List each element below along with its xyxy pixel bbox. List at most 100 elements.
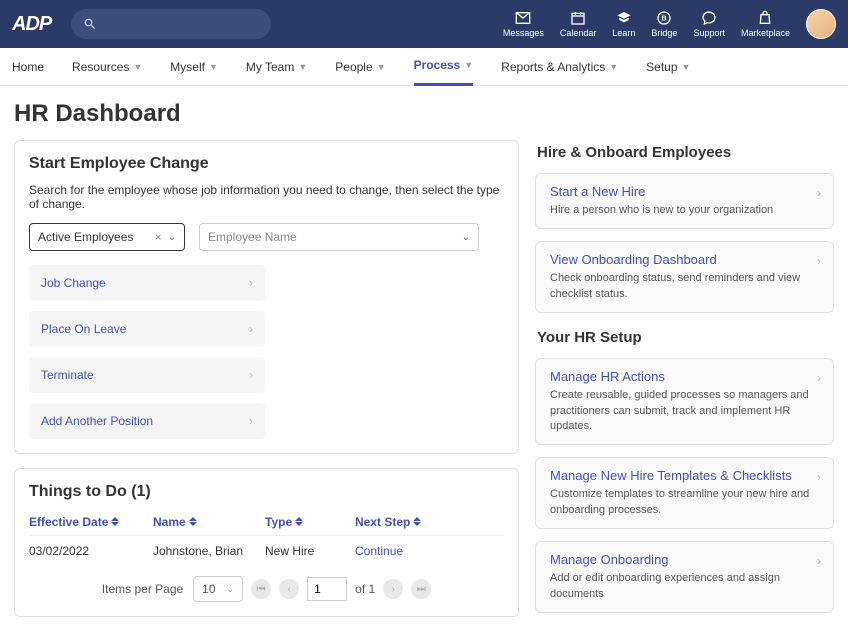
table-row: 03/02/2022 Johnstone, Brian New Hire Con… <box>29 536 504 566</box>
employee-filter-select[interactable]: Active Employees × ⌄ <box>29 223 185 251</box>
setup-section-title: Your HR Setup <box>537 329 834 346</box>
things-to-do-card: Things to Do (1) Effective Date Name Typ… <box>14 468 519 617</box>
chevron-down-icon: ⌄ <box>462 232 470 243</box>
nav-bridge-label: Bridge <box>651 28 677 38</box>
chevron-right-icon: › <box>249 368 253 382</box>
nav-learn[interactable]: Learn <box>612 10 635 38</box>
help-text: Search for the employee whose job inform… <box>29 183 504 211</box>
bag-icon <box>757 10 773 26</box>
nav-setup[interactable]: Setup▼ <box>646 48 690 86</box>
link-desc: Add or edit onboarding experiences and a… <box>550 571 819 602</box>
first-page-button[interactable]: ⏮ <box>251 579 271 599</box>
place-on-leave-button[interactable]: Place On Leave› <box>29 311 265 347</box>
link-desc: Check onboarding status, send reminders … <box>550 271 819 302</box>
table-header: Effective Date Name Type Next Step <box>29 511 504 536</box>
manage-onboarding-card[interactable]: Manage Onboarding Add or edit onboarding… <box>535 541 834 613</box>
col-next-step[interactable]: Next Step <box>355 515 475 529</box>
page-title: HR Dashboard <box>14 100 834 128</box>
manage-hr-actions-card[interactable]: Manage HR Actions Create reusable, guide… <box>535 358 834 445</box>
chevron-down-icon: ⌄ <box>227 584 235 595</box>
col-type[interactable]: Type <box>265 515 355 529</box>
start-new-hire-card[interactable]: Start a New Hire Hire a person who is ne… <box>535 173 834 229</box>
clear-filter-icon[interactable]: × <box>155 230 168 244</box>
page-input[interactable] <box>307 577 347 601</box>
add-position-button[interactable]: Add Another Position› <box>29 403 265 439</box>
next-page-button[interactable]: › <box>383 579 403 599</box>
chevron-down-icon: ▼ <box>682 62 691 72</box>
nav-bridge[interactable]: B Bridge <box>651 10 677 38</box>
nav-calendar[interactable]: Calendar <box>560 10 597 38</box>
employee-name-select[interactable]: Employee Name ⌄ <box>199 223 479 251</box>
avatar[interactable] <box>806 9 836 39</box>
nav-resources[interactable]: Resources▼ <box>72 48 142 86</box>
link-desc: Customize templates to streamline your n… <box>550 487 819 518</box>
items-per-page-select[interactable]: 10⌄ <box>193 576 243 602</box>
bridge-icon: B <box>656 10 672 26</box>
nav-marketplace-label: Marketplace <box>741 28 790 38</box>
top-right: Messages Calendar Learn B Bridge Support… <box>503 9 836 39</box>
chevron-right-icon: › <box>817 186 821 200</box>
hire-section-title: Hire & Onboard Employees <box>537 144 834 161</box>
chevron-right-icon: › <box>817 470 821 484</box>
nav-marketplace[interactable]: Marketplace <box>741 10 790 38</box>
chat-icon <box>701 10 717 26</box>
manage-templates-card[interactable]: Manage New Hire Templates & Checklists C… <box>535 457 834 529</box>
nav-process[interactable]: Process▼ <box>414 48 474 86</box>
items-per-page-label: Items per Page <box>102 582 183 596</box>
nav-messages-label: Messages <box>503 28 544 38</box>
nav-reports[interactable]: Reports & Analytics▼ <box>501 48 618 86</box>
topbar: ADP Messages Calendar Learn B Bridge Sup… <box>0 0 848 48</box>
link-title: Start a New Hire <box>550 184 819 199</box>
grad-icon <box>616 10 632 26</box>
chevron-right-icon: › <box>249 414 253 428</box>
nav-people[interactable]: People▼ <box>335 48 385 86</box>
sort-icon <box>189 517 197 527</box>
card-title: Things to Do (1) <box>29 483 504 501</box>
link-title: Manage Onboarding <box>550 552 819 567</box>
nav-messages[interactable]: Messages <box>503 10 544 38</box>
nav-support[interactable]: Support <box>693 10 725 38</box>
link-title: View Onboarding Dashboard <box>550 252 819 267</box>
nav-myself[interactable]: Myself▼ <box>170 48 218 86</box>
cell-type: New Hire <box>265 544 355 558</box>
link-title: Manage HR Actions <box>550 369 819 384</box>
last-page-button[interactable]: ⏭ <box>411 579 431 599</box>
link-desc: Create reusable, guided processes so man… <box>550 388 819 434</box>
cell-name: Johnstone, Brian <box>153 544 265 558</box>
chevron-down-icon: ▼ <box>609 62 618 72</box>
filter-value: Active Employees <box>38 230 133 244</box>
nav-support-label: Support <box>693 28 725 38</box>
pager: Items per Page 10⌄ ⏮ ‹ of 1 › ⏭ <box>29 576 504 602</box>
navbar: Home Resources▼ Myself▼ My Team▼ People▼… <box>0 48 848 86</box>
search-input[interactable] <box>71 9 271 39</box>
search-icon <box>83 17 97 31</box>
card-title: Start Employee Change <box>29 155 504 173</box>
nav-home[interactable]: Home <box>12 48 44 86</box>
view-onboarding-card[interactable]: View Onboarding Dashboard Check onboardi… <box>535 241 834 313</box>
chevron-right-icon: › <box>817 371 821 385</box>
chevron-down-icon: ▼ <box>133 62 142 72</box>
chevron-right-icon: › <box>249 276 253 290</box>
col-name[interactable]: Name <box>153 515 265 529</box>
nav-calendar-label: Calendar <box>560 28 597 38</box>
col-effective-date[interactable]: Effective Date <box>29 515 153 529</box>
chevron-down-icon: ▼ <box>377 62 386 72</box>
nav-myteam[interactable]: My Team▼ <box>246 48 307 86</box>
of-pages: of 1 <box>355 582 375 596</box>
terminate-button[interactable]: Terminate› <box>29 357 265 393</box>
nav-learn-label: Learn <box>612 28 635 38</box>
chevron-down-icon: ▼ <box>209 62 218 72</box>
svg-text:B: B <box>662 14 667 23</box>
cell-date: 03/02/2022 <box>29 544 153 558</box>
job-change-button[interactable]: Job Change› <box>29 265 265 301</box>
continue-link[interactable]: Continue <box>355 544 403 558</box>
prev-page-button[interactable]: ‹ <box>279 579 299 599</box>
chevron-down-icon: ▼ <box>464 60 473 70</box>
link-title: Manage New Hire Templates & Checklists <box>550 468 819 483</box>
link-desc: Hire a person who is new to your organiz… <box>550 203 819 218</box>
chevron-right-icon: › <box>817 254 821 268</box>
sort-icon <box>111 517 119 527</box>
chevron-right-icon: › <box>249 322 253 336</box>
chevron-down-icon: ⌄ <box>168 232 176 243</box>
chevron-right-icon: › <box>817 554 821 568</box>
